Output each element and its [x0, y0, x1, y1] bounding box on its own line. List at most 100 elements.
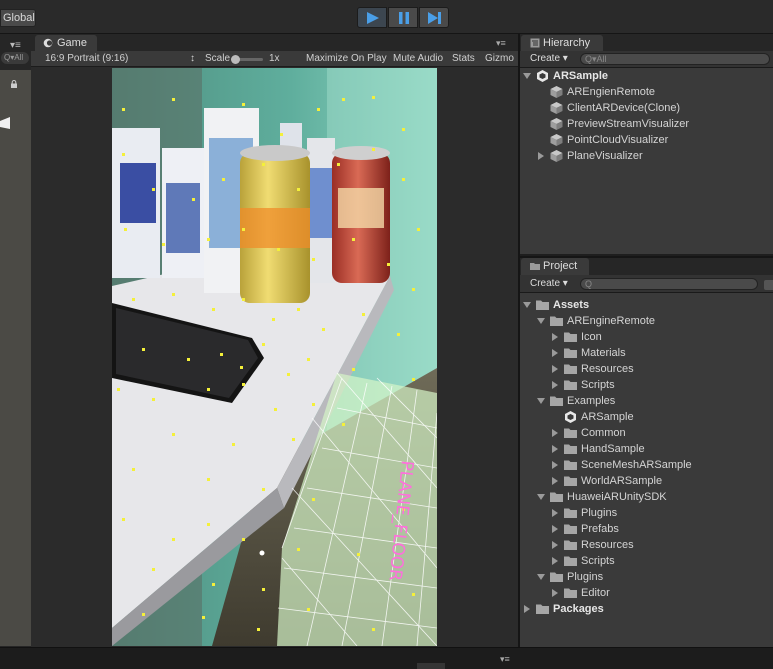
scene-gizmo-handle-icon[interactable] [0, 117, 10, 131]
folder-icon [564, 588, 577, 598]
chevron-right-icon[interactable] [551, 525, 559, 533]
game-panel-menu-icon[interactable]: ▾≡ [496, 38, 506, 49]
scale-slider-handle[interactable] [231, 55, 240, 64]
chevron-right-icon[interactable] [551, 333, 559, 341]
project-tree-item-label: WorldARSample [581, 475, 663, 487]
chevron-down-icon[interactable] [523, 72, 531, 80]
project-tree-item-label: Examples [567, 395, 616, 407]
hierarchy-item-label: PlaneVisualizer [567, 150, 643, 162]
project-create-button[interactable]: Create ▾ [530, 277, 568, 291]
step-button[interactable] [419, 7, 449, 28]
pivot-rotation-toggle[interactable]: Global [0, 9, 36, 27]
hierarchy-item-label: ClientARDevice(Clone) [567, 102, 681, 114]
lock-icon[interactable] [10, 80, 18, 88]
gameobject-cube-icon [550, 134, 563, 146]
chevron-right-icon[interactable] [551, 429, 559, 437]
scene-view[interactable] [0, 70, 31, 646]
game-controller-icon [43, 38, 53, 48]
unity-scene-icon [565, 411, 576, 423]
scale-value: 1x [269, 53, 280, 64]
folder-icon [564, 444, 577, 454]
gameobject-cube-icon [550, 118, 563, 130]
camera-image: PLANE_FLOOR [112, 68, 437, 646]
pause-icon [399, 12, 409, 24]
folder-icon [536, 300, 549, 310]
project-tree-item-label: Common [581, 427, 626, 439]
chevron-right-icon[interactable] [551, 365, 559, 373]
chevron-right-icon[interactable] [551, 461, 559, 469]
project-tree-item-label: SceneMeshARSample [581, 459, 692, 471]
chevron-down-icon[interactable] [537, 573, 545, 581]
folder-icon [550, 492, 563, 502]
chevron-down-icon[interactable] [537, 493, 545, 501]
folder-icon [564, 524, 577, 534]
folder-icon [564, 476, 577, 486]
folder-icon [564, 348, 577, 358]
aspect-ratio-dropdown[interactable]: 16:9 Portrait (9:16) [45, 53, 128, 65]
project-tree-item-label: Resources [581, 539, 634, 551]
project-tree-item-label: Editor [581, 587, 610, 599]
folder-icon [564, 428, 577, 438]
maximize-on-play-toggle[interactable]: Maximize On Play [306, 53, 387, 65]
hierarchy-item-label: PreviewStreamVisualizer [567, 118, 690, 130]
project-tree-item-label: Scripts [581, 555, 615, 567]
scene-panel-menu-icon[interactable]: ▾≡ [10, 40, 21, 51]
game-tab-bar [31, 34, 518, 51]
stats-toggle[interactable]: Stats [452, 53, 475, 65]
chevron-right-icon[interactable] [551, 445, 559, 453]
folder-icon [530, 263, 540, 270]
chevron-down-icon[interactable] [537, 397, 545, 405]
project-tree-item-label: AREngineRemote [567, 315, 656, 327]
bottom-panel-menu-icon[interactable]: ▾≡ [500, 654, 510, 665]
project-tree-item-label: Scripts [581, 379, 615, 391]
project-tree-item-label: Plugins [581, 507, 618, 519]
folder-icon [564, 332, 577, 342]
chevron-right-icon[interactable] [551, 509, 559, 517]
chevron-down-icon[interactable] [523, 301, 531, 309]
ar-camera-feed: PLANE_FLOOR [112, 68, 437, 646]
chevron-right-icon[interactable] [551, 381, 559, 389]
scale-label: Scale [205, 53, 231, 64]
gizmos-dropdown[interactable]: Gizmo [485, 53, 514, 65]
project-tree-item-label: Plugins [567, 571, 604, 583]
chevron-right-icon[interactable] [551, 557, 559, 565]
chevron-right-icon[interactable] [551, 477, 559, 485]
search-filter-icon[interactable] [764, 280, 773, 290]
folder-icon [564, 364, 577, 374]
chevron-right-icon[interactable] [551, 589, 559, 597]
scene-search-input[interactable]: Q▾All [1, 52, 29, 64]
chevron-right-icon[interactable] [551, 349, 559, 357]
chevron-right-icon[interactable] [523, 605, 531, 613]
project-tree-item-label: Resources [581, 363, 634, 375]
chevron-down-icon[interactable] [537, 317, 545, 325]
folder-icon [550, 316, 563, 326]
project-tree-item-label: Packages [553, 603, 604, 615]
folder-icon [564, 556, 577, 566]
gameobject-cube-icon [550, 86, 563, 98]
hierarchy-item-label: PointCloudVisualizer [567, 134, 669, 146]
play-icon [367, 12, 379, 24]
hierarchy-item-label: AREngienRemote [567, 86, 656, 98]
hierarchy-create-button[interactable]: Create ▾ [530, 52, 568, 66]
project-tree-item-label: Materials [581, 347, 626, 359]
project-search-input[interactable]: Q [580, 278, 758, 290]
project-tree-item-label: ARSample [581, 411, 634, 423]
folder-icon [550, 572, 563, 582]
chevron-right-icon[interactable] [537, 152, 545, 160]
bottom-panel-tab[interactable] [417, 663, 445, 669]
play-button[interactable] [357, 7, 387, 28]
folder-icon [550, 396, 563, 406]
project-tree-item-label: Prefabs [581, 523, 619, 535]
chevron-right-icon[interactable] [551, 541, 559, 549]
pause-button[interactable] [388, 7, 418, 28]
hierarchy-search-input[interactable]: Q▾All [580, 53, 770, 65]
project-tree-item-label: HandSample [581, 443, 645, 455]
folder-icon [564, 508, 577, 518]
project-tree-item-label: Assets [553, 299, 590, 311]
folder-icon [536, 604, 549, 614]
mute-audio-toggle[interactable]: Mute Audio [393, 53, 443, 65]
folder-icon [564, 460, 577, 470]
gameobject-cube-icon [550, 150, 563, 162]
project-tree-item-label: HuaweiARUnitySDK [567, 491, 667, 503]
dropdown-arrow-icon: ↕ [190, 53, 195, 64]
